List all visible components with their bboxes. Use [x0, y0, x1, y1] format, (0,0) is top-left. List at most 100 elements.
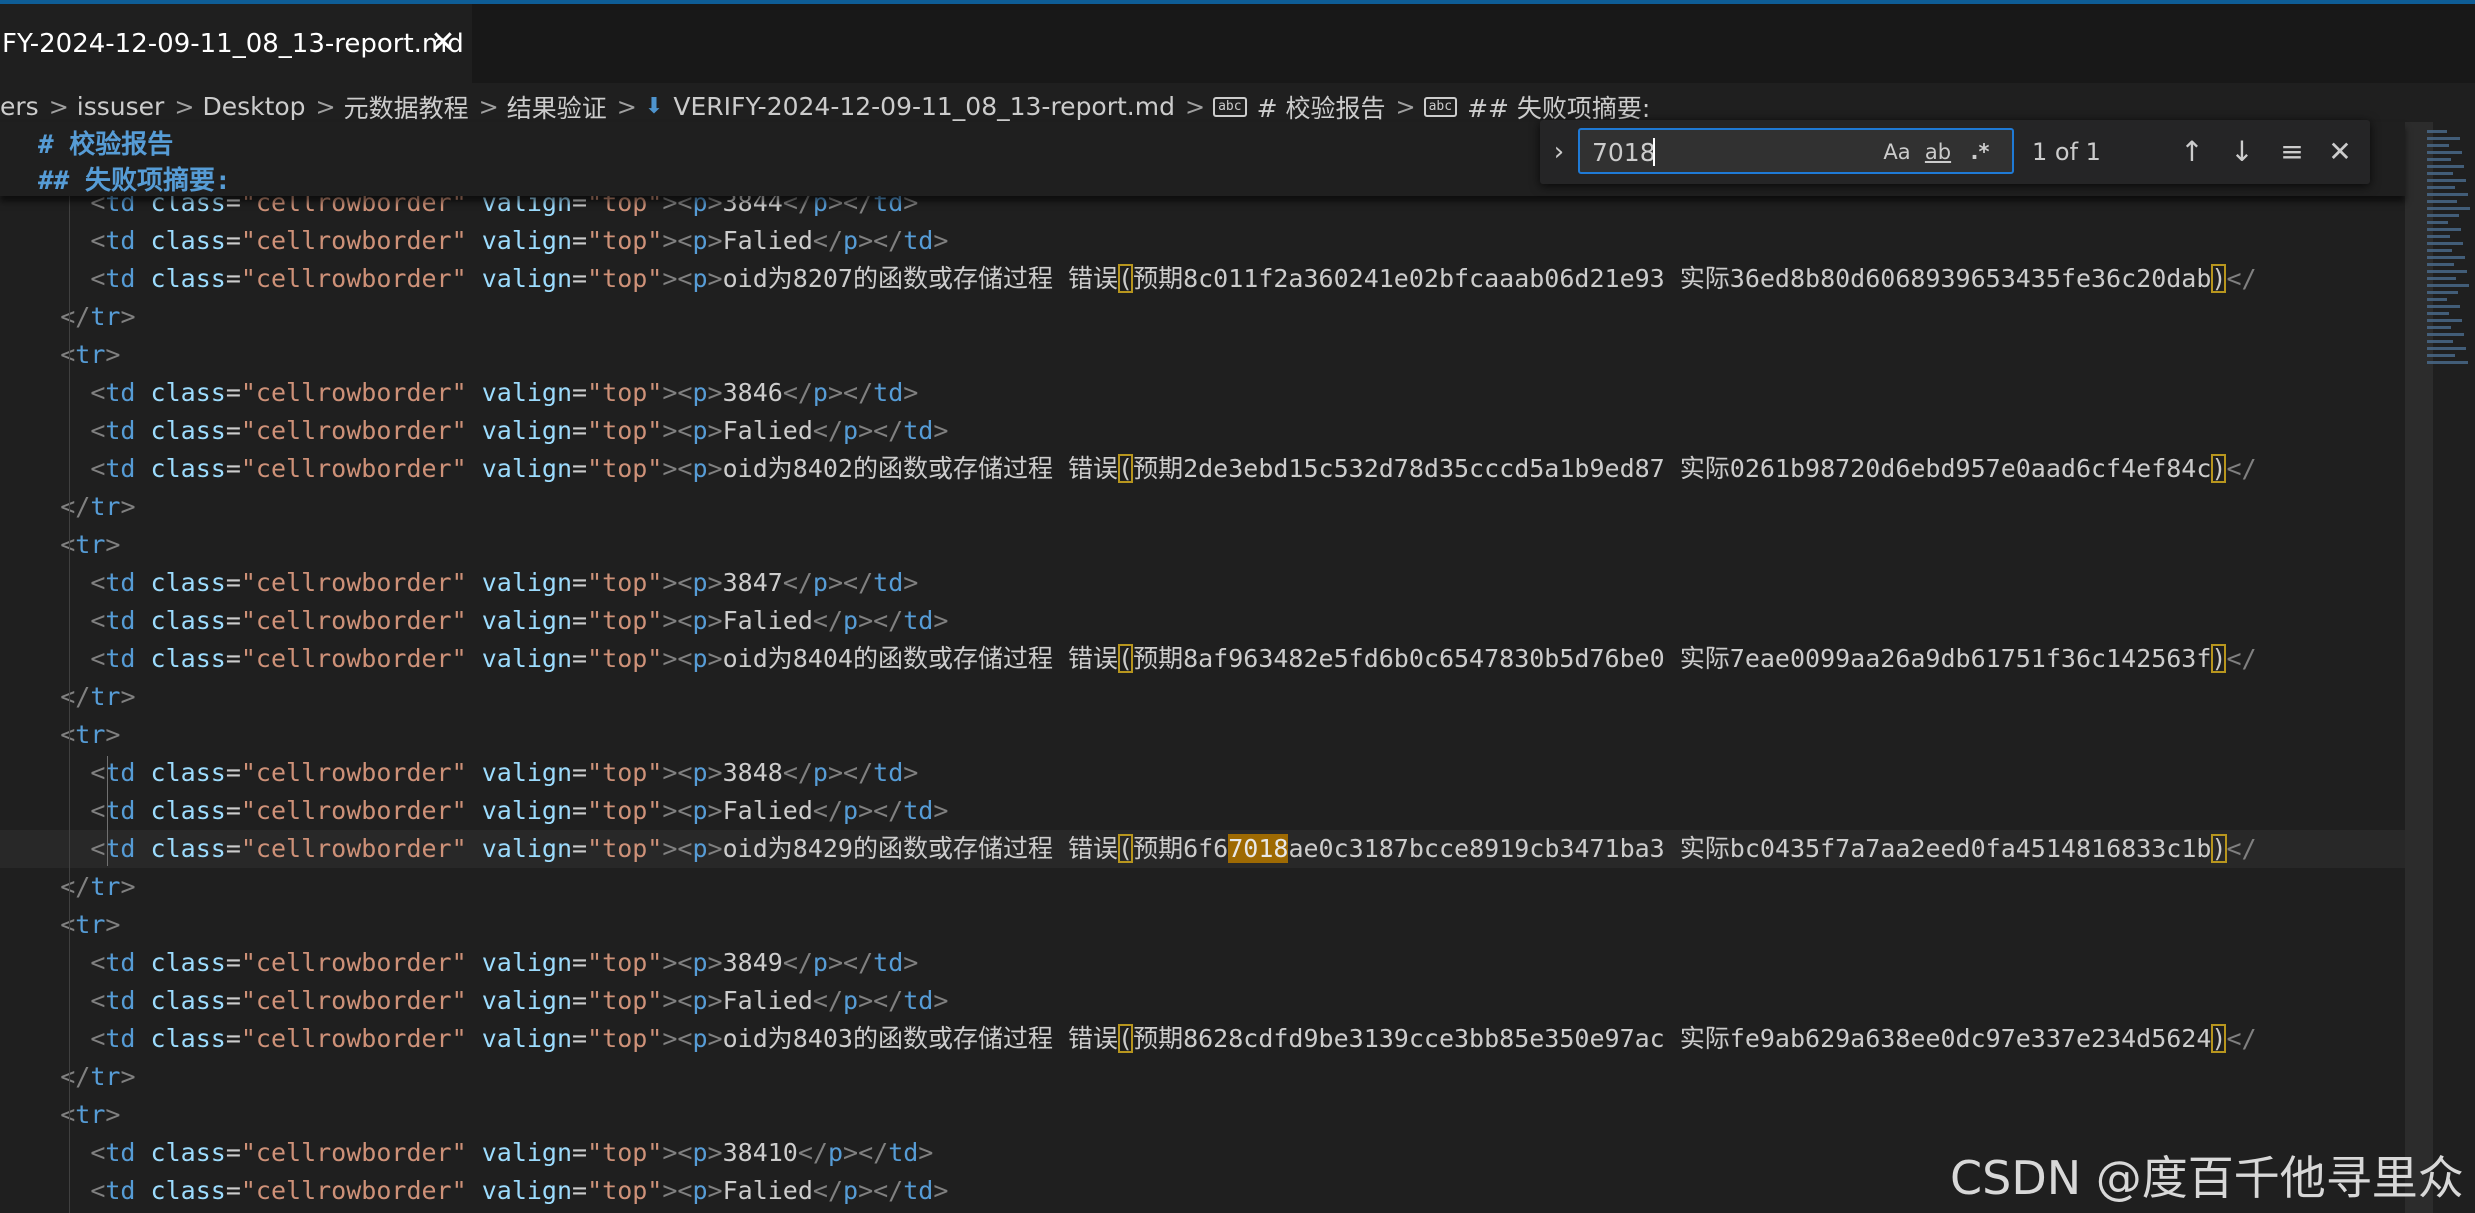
code-line-td-detail[interactable]: <td class="cellrowborder" valign="top"><…	[0, 260, 2405, 298]
minimap-line	[2427, 361, 2468, 364]
breadcrumb-item-desktop[interactable]: Desktop	[202, 92, 305, 121]
minimap-line	[2427, 158, 2451, 161]
minimap-line	[2427, 291, 2458, 294]
bracket-match-close: )	[2211, 834, 2227, 863]
abc-string-symbol-icon: abc	[1213, 96, 1247, 117]
bracket-match-open: (	[1118, 834, 1134, 863]
code-line-td-index[interactable]: <td class="cellrowborder" valign="top"><…	[0, 754, 2405, 792]
minimap-line	[2427, 235, 2450, 238]
code-line-tr-close[interactable]: </tr>	[0, 1058, 2405, 1096]
minimap-line	[2427, 186, 2455, 189]
find-widget: › 7018 Aa ab .* 1 of 1 ↑ ↓ ≡ ✕	[1540, 120, 2370, 184]
breadcrumb-item-file[interactable]: ⬇ VERIFY-2024-12-09-11_08_13-report.md	[645, 92, 1175, 121]
find-in-selection-icon[interactable]: ≡	[2274, 134, 2310, 170]
sticky-heading-1[interactable]: # 校验报告	[38, 124, 173, 161]
breadcrumb-chevron-icon: >	[174, 92, 195, 121]
minimap-line	[2427, 298, 2447, 301]
minimap-line	[2427, 333, 2464, 336]
code-line-tr-open[interactable]: <tr>	[0, 336, 2405, 374]
code-line-tr-open[interactable]: <tr>	[0, 1096, 2405, 1134]
minimap-line	[2427, 263, 2454, 266]
breadcrumb-item-users[interactable]: ers	[0, 92, 39, 121]
code-line-tr-close[interactable]: </tr>	[0, 488, 2405, 526]
code-line-td-index[interactable]: <td class="cellrowborder" valign="top"><…	[0, 374, 2405, 412]
minimap-line	[2427, 200, 2457, 203]
whole-word-button[interactable]: ab	[1918, 139, 1958, 165]
minimap-line	[2427, 221, 2448, 224]
code-line-td-index[interactable]: <td class="cellrowborder" valign="top"><…	[0, 196, 2405, 222]
find-input[interactable]: 7018 Aa ab .*	[1578, 128, 2014, 174]
code-editor[interactable]: <td class="cellrowborder" valign="top"><…	[0, 196, 2405, 1213]
tab-title: FY-2024-12-09-11_08_13-report.md	[2, 28, 464, 59]
markdown-file-icon: ⬇	[644, 94, 664, 119]
minimap-line	[2427, 319, 2462, 322]
code-line-td-status[interactable]: <td class="cellrowborder" valign="top"><…	[0, 222, 2405, 260]
breadcrumb-item-folder-tutorial[interactable]: 元数据教程	[344, 89, 469, 125]
code-line-tr-open[interactable]: <tr>	[0, 526, 2405, 564]
bracket-match-open: (	[1118, 1024, 1134, 1053]
code-line-tr-close[interactable]: </tr>	[0, 678, 2405, 716]
code-line-td-status[interactable]: <td class="cellrowborder" valign="top"><…	[0, 792, 2405, 830]
minimap-line	[2427, 305, 2460, 308]
breadcrumb-chevron-icon: >	[315, 92, 336, 121]
abc-string-symbol-icon: abc	[1423, 96, 1458, 117]
minimap-line	[2427, 228, 2461, 231]
bracket-match-close: )	[2211, 454, 2227, 483]
breadcrumb-item-issuser[interactable]: issuser	[77, 92, 165, 121]
code-line-td-status[interactable]: <td class="cellrowborder" valign="top"><…	[0, 412, 2405, 450]
bracket-match-open: (	[1118, 454, 1134, 483]
minimap-line	[2427, 130, 2447, 133]
minimap-line	[2427, 354, 2455, 357]
breadcrumb-item-folder-verify[interactable]: 结果验证	[507, 89, 607, 125]
minimap-line	[2427, 165, 2464, 168]
code-line-td-index[interactable]: <td class="cellrowborder" valign="top"><…	[0, 944, 2405, 982]
arrow-down-icon[interactable]: ↓	[2224, 134, 2260, 170]
minimap-line	[2427, 270, 2467, 273]
minimap-line	[2427, 242, 2463, 245]
code-line-td-status[interactable]: <td class="cellrowborder" valign="top"><…	[0, 602, 2405, 640]
code-line-td-status[interactable]: <td class="cellrowborder" valign="top"><…	[0, 982, 2405, 1020]
minimap-line	[2427, 151, 2462, 154]
active-indent-guide	[107, 756, 108, 866]
tab-close-icon[interactable]: ✕	[428, 26, 458, 60]
tab-bar: FY-2024-12-09-11_08_13-report.md ✕	[0, 4, 2475, 83]
arrow-up-icon[interactable]: ↑	[2174, 134, 2210, 170]
bracket-match-close: )	[2211, 264, 2227, 293]
code-line-td-index[interactable]: <td class="cellrowborder" valign="top"><…	[0, 564, 2405, 602]
watermark: CSDN @度百千他寻里众	[1950, 1151, 2464, 1205]
regex-button[interactable]: .*	[1964, 139, 1996, 165]
minimap-line	[2427, 277, 2456, 280]
code-line-td-detail[interactable]: <td class="cellrowborder" valign="top"><…	[0, 640, 2405, 678]
breadcrumb-chevron-icon: >	[48, 92, 69, 121]
minimap-line	[2427, 347, 2466, 350]
close-icon[interactable]: ✕	[2322, 134, 2358, 170]
code-line-td-detail[interactable]: <td class="cellrowborder" valign="top"><…	[0, 830, 2405, 868]
code-line-td-detail[interactable]: <td class="cellrowborder" valign="top"><…	[0, 450, 2405, 488]
minimap-line	[2427, 137, 2460, 140]
text-caret	[1653, 138, 1655, 166]
code-line-tr-close[interactable]: </tr>	[0, 298, 2405, 336]
minimap-line	[2427, 249, 2452, 252]
breadcrumb-chevron-icon: >	[616, 92, 637, 121]
minimap-line	[2427, 284, 2469, 287]
bracket-match-close: )	[2211, 1024, 2227, 1053]
breadcrumb-chevron-icon: >	[1184, 92, 1206, 121]
minimap-line	[2427, 193, 2468, 196]
minimap-line	[2427, 326, 2451, 329]
code-line-tr-close[interactable]: </tr>	[0, 868, 2405, 906]
minimap-line	[2427, 312, 2449, 315]
code-line-td-detail[interactable]: <td class="cellrowborder" valign="top"><…	[0, 1020, 2405, 1058]
editor-tab-report[interactable]: FY-2024-12-09-11_08_13-report.md ✕	[0, 4, 472, 83]
minimap-line	[2427, 172, 2453, 175]
search-match-highlight: 7018	[1228, 834, 1289, 863]
breadcrumb-item-heading1[interactable]: abc # 校验报告	[1213, 89, 1385, 125]
match-case-button[interactable]: Aa	[1880, 139, 1914, 165]
minimap[interactable]	[2405, 122, 2475, 1213]
minimap-line	[2427, 207, 2470, 210]
breadcrumb-chevron-icon: >	[1395, 92, 1416, 121]
chevron-right-icon[interactable]: ›	[1546, 136, 1572, 168]
bracket-match-close: )	[2211, 644, 2227, 673]
sticky-heading-2[interactable]: ## 失败项摘要:	[38, 160, 231, 197]
code-line-tr-open[interactable]: <tr>	[0, 716, 2405, 754]
code-line-tr-open[interactable]: <tr>	[0, 906, 2405, 944]
